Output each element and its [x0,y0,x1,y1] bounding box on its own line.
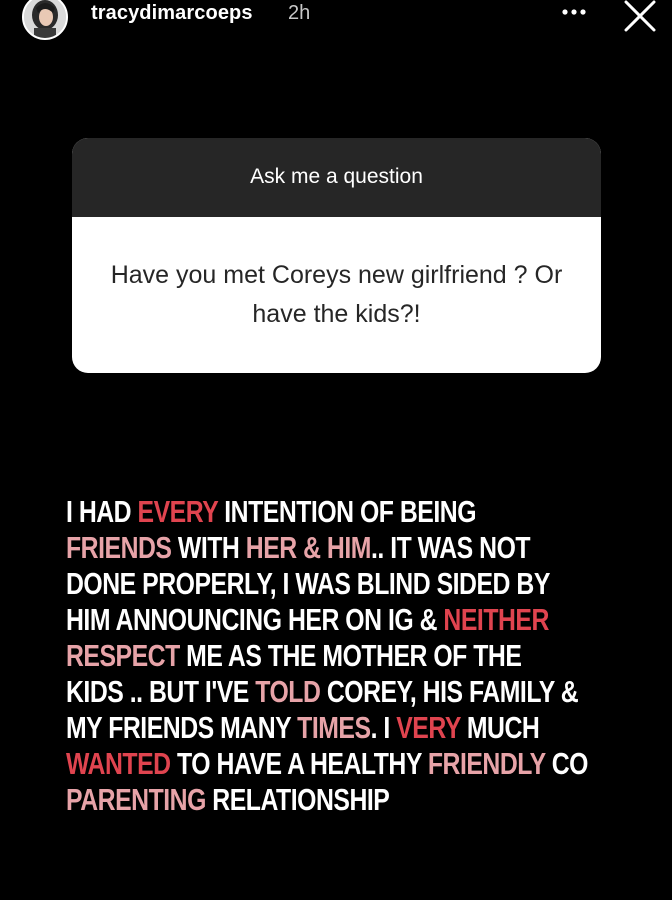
question-sticker[interactable]: Ask me a question Have you met Coreys ne… [72,138,601,373]
answer-text-segment: CO [545,746,589,781]
question-text: Have you met Coreys new girlfriend ? Or … [110,261,563,328]
answer-text-segment: DONE PROPERLY, I WAS BLIND SIDED BY [66,566,550,601]
answer-line: PARENTING RELATIONSHIP [66,782,546,818]
avatar-photo [24,0,66,38]
highlighted-word: FRIENDLY [427,746,546,781]
answer-line: KIDS .. BUT I'VE TOLD COREY, HIS FAMILY … [66,674,579,710]
answer-line: DONE PROPERLY, I WAS BLIND SIDED BY [66,566,550,602]
close-button[interactable] [620,0,660,36]
highlighted-word: PARENTING [66,782,206,817]
answer-line: HIM ANNOUNCING HER ON IG & NEITHER [66,602,549,638]
answer-text-segment: MUCH [460,710,540,745]
answer-text-segment: .. IT WAS NOT [370,530,531,565]
answer-text-segment: MY FRIENDS MANY [66,710,298,745]
answer-line: MY FRIENDS MANY TIMES. I VERY MUCH [66,710,546,746]
more-options-button[interactable] [556,0,592,28]
answer-text-segment: . I [370,710,397,745]
answer-text-segment: I HAD [66,494,138,529]
answer-text-segment: HIM ANNOUNCING HER ON IG & [66,602,444,637]
answer-line: WANTED TO HAVE A HEALTHY FRIENDLY CO [66,746,588,782]
story-header: tracydimarcoeps 2h [0,0,672,44]
highlighted-word: HER & HIM [245,530,372,565]
answer-text: I HAD EVERY INTENTION OF BEING FRIENDS WI… [66,494,588,818]
answer-line: RESPECT ME AS THE MOTHER OF THE [66,638,546,674]
answer-text-segment: COREY, HIS FAMILY & [320,674,579,709]
question-sticker-header: Ask me a question [72,138,601,217]
highlighted-word: TOLD [255,674,321,709]
highlighted-word: EVERY [137,494,219,529]
answer-line: FRIENDS WITH HER & HIM.. IT WAS NOT [66,530,546,566]
answer-text-segment: ME AS THE MOTHER OF THE [179,638,522,673]
close-icon [624,0,656,32]
answer-text-segment: INTENTION OF BEING [217,494,477,529]
avatar[interactable] [22,0,68,40]
username[interactable]: tracydimarcoeps [91,2,253,25]
answer-text-segment: KIDS .. BUT I'VE [66,674,256,709]
answer-text-segment: WITH [171,530,246,565]
highlighted-word: TIMES [297,710,371,745]
question-sticker-title: Ask me a question [250,165,423,188]
highlighted-word: VERY [396,710,461,745]
post-timestamp: 2h [288,2,311,24]
highlighted-word: RESPECT [66,638,180,673]
more-horizontal-icon [562,9,586,15]
answer-line: I HAD EVERY INTENTION OF BEING [66,494,546,530]
highlighted-word: WANTED [66,746,171,781]
answer-text-segment: TO HAVE A HEALTHY [170,746,428,781]
highlighted-word: FRIENDS [66,530,172,565]
highlighted-word: NEITHER [443,602,549,637]
answer-text-segment: RELATIONSHIP [205,782,390,817]
